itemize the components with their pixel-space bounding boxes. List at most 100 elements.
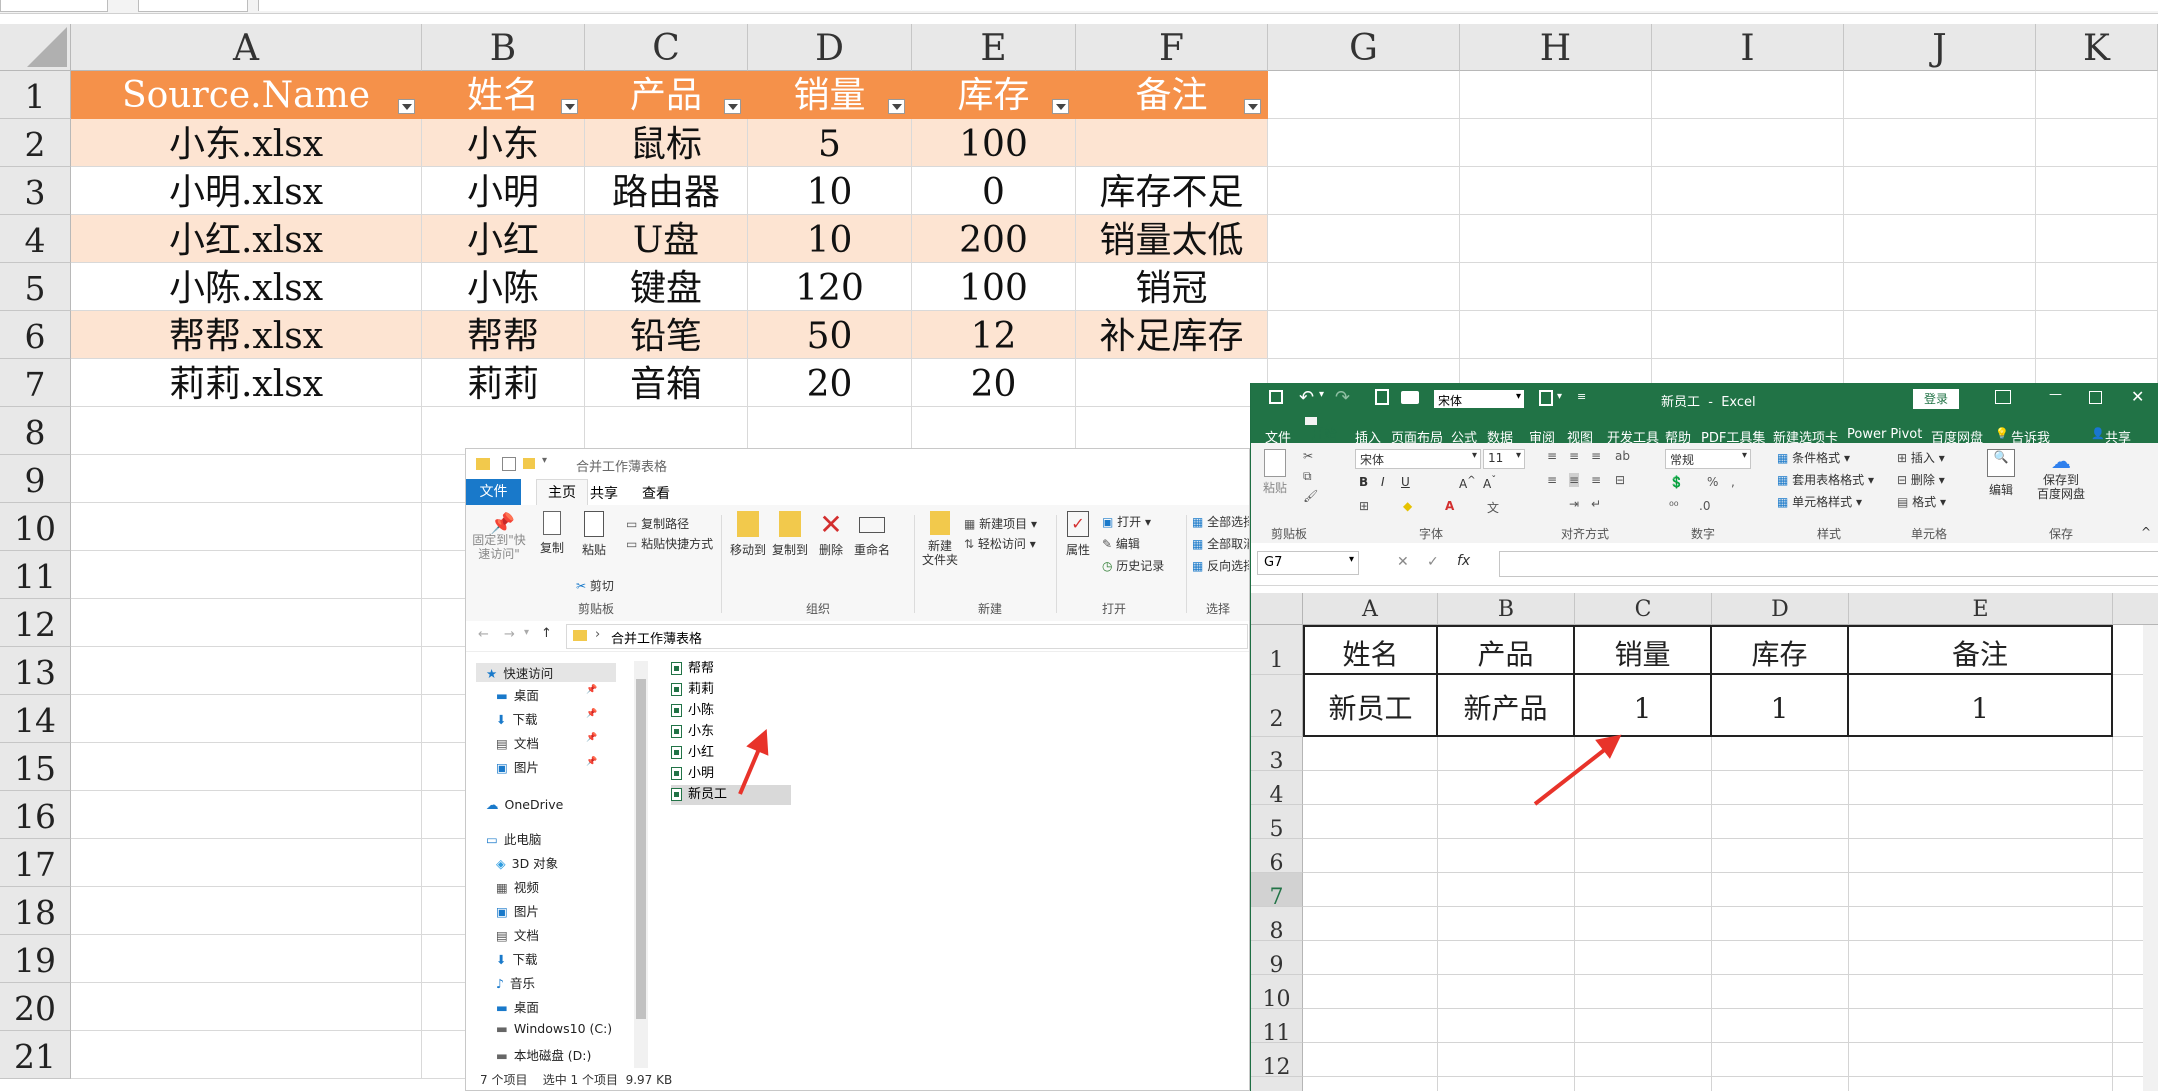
- nav-item[interactable]: ▤ 文档: [496, 925, 539, 944]
- row-header[interactable]: 4: [1251, 771, 1303, 808]
- delete-button[interactable]: ✕ 删除: [814, 511, 848, 558]
- file-item[interactable]: 小红: [671, 743, 714, 763]
- cell[interactable]: [1303, 1043, 1438, 1077]
- conditional-format-button[interactable]: ▦ 条件格式 ▾: [1777, 449, 1850, 466]
- row-header[interactable]: 1: [0, 71, 71, 119]
- table-cell[interactable]: 20: [748, 359, 912, 407]
- filter-dropdown-icon[interactable]: [888, 99, 905, 114]
- cell[interactable]: [1575, 941, 1712, 975]
- select-none-button[interactable]: ▦ 全部取消: [1192, 535, 1249, 552]
- table-cell[interactable]: 铅笔: [585, 311, 748, 359]
- copy-icon[interactable]: ⧉: [1303, 469, 1312, 484]
- column-header-e[interactable]: E: [1849, 593, 2113, 625]
- nav-item[interactable]: ⬇ 下载 📌: [496, 709, 597, 728]
- cell[interactable]: [1849, 771, 2113, 805]
- cell[interactable]: [71, 407, 422, 455]
- cell[interactable]: [1849, 1043, 2113, 1077]
- table-cell[interactable]: 1: [1849, 675, 2113, 737]
- select-all-corner[interactable]: [1251, 593, 1303, 625]
- column-header-b[interactable]: B: [1438, 593, 1575, 625]
- cell[interactable]: [1844, 311, 2036, 359]
- cell[interactable]: [1575, 873, 1712, 907]
- table-cell[interactable]: 鼠标: [585, 119, 748, 167]
- cell[interactable]: [1575, 771, 1712, 805]
- save-icon[interactable]: [1269, 390, 1283, 404]
- align-left-icon[interactable]: ≡: [1547, 473, 1557, 487]
- table-cell[interactable]: 5: [748, 119, 912, 167]
- chevron-down-icon[interactable]: ▾: [1742, 450, 1747, 461]
- align-top-icon[interactable]: ≡: [1547, 449, 1557, 463]
- chevron-down-icon[interactable]: ▾: [1472, 450, 1477, 461]
- row-header[interactable]: 7: [0, 359, 71, 407]
- cell[interactable]: [1844, 215, 2036, 263]
- column-header[interactable]: [2113, 593, 2158, 625]
- move-to-button[interactable]: 移动到: [728, 511, 768, 558]
- row-header[interactable]: 5: [1251, 805, 1303, 842]
- column-header-c[interactable]: C: [585, 24, 748, 71]
- fill-color-icon[interactable]: ◆: [1403, 499, 1412, 513]
- copy-button[interactable]: 复制: [534, 511, 570, 556]
- nav-item[interactable]: ☁ OneDrive: [486, 797, 563, 812]
- row-header[interactable]: 3: [0, 167, 71, 215]
- filter-dropdown-icon[interactable]: [1244, 99, 1261, 114]
- cell[interactable]: [1575, 1077, 1712, 1091]
- table-cell[interactable]: 帮帮: [422, 311, 585, 359]
- login-button[interactable]: 登录: [1913, 389, 1959, 409]
- table-cell[interactable]: 小东: [422, 119, 585, 167]
- cell[interactable]: [1460, 167, 1652, 215]
- cell[interactable]: [1849, 805, 2113, 839]
- table-cell[interactable]: 1: [1575, 675, 1712, 737]
- cell[interactable]: [1844, 263, 2036, 311]
- table-header-cell[interactable]: 姓名: [422, 71, 585, 119]
- row-header[interactable]: 18: [0, 887, 71, 935]
- camera-icon[interactable]: [1401, 391, 1419, 404]
- table-cell[interactable]: 小东.xlsx: [71, 119, 422, 167]
- copy-to-button[interactable]: 复制到: [770, 511, 810, 558]
- orientation-icon[interactable]: ab: [1615, 449, 1630, 463]
- align-center-icon[interactable]: ≡: [1569, 473, 1580, 487]
- cell[interactable]: [1844, 167, 2036, 215]
- table-cell[interactable]: 莉莉: [422, 359, 585, 407]
- column-header-a[interactable]: A: [71, 24, 422, 71]
- cell[interactable]: [71, 983, 422, 1031]
- paste-button[interactable]: 粘贴: [576, 511, 612, 558]
- cell[interactable]: [1652, 119, 1844, 167]
- nav-item[interactable]: ⬇ 下载: [496, 949, 538, 968]
- cell[interactable]: [1575, 907, 1712, 941]
- cell[interactable]: [1303, 737, 1438, 771]
- cell[interactable]: [71, 1031, 422, 1079]
- nav-item[interactable]: ▣ 图片: [496, 901, 539, 920]
- cell[interactable]: [1652, 263, 1844, 311]
- forward-icon[interactable]: →: [504, 627, 515, 642]
- cell[interactable]: [1844, 119, 2036, 167]
- table-cell[interactable]: 100: [912, 263, 1076, 311]
- pin-icon[interactable]: 📌: [586, 685, 597, 695]
- cell[interactable]: [1712, 1043, 1849, 1077]
- recent-dropdown-icon[interactable]: ▾: [524, 627, 529, 638]
- tab-file[interactable]: 文件: [466, 479, 521, 505]
- column-header-a[interactable]: A: [1303, 593, 1438, 625]
- table-cell[interactable]: 音箱: [585, 359, 748, 407]
- cell[interactable]: [1303, 839, 1438, 873]
- cell[interactable]: [71, 551, 422, 599]
- cell[interactable]: [1652, 71, 1844, 119]
- maximize-icon[interactable]: [2089, 391, 2102, 404]
- name-box[interactable]: [0, 0, 108, 12]
- cell[interactable]: [1712, 737, 1849, 771]
- indent-icon[interactable]: ⇥: [1569, 497, 1579, 511]
- table-cell[interactable]: 小明.xlsx: [71, 167, 422, 215]
- font-name-select[interactable]: 宋体 ▾: [1355, 449, 1481, 469]
- row-header[interactable]: 3: [1251, 737, 1303, 774]
- table-cell[interactable]: 小陈: [422, 263, 585, 311]
- chevron-down-icon[interactable]: ▾: [1349, 554, 1354, 565]
- table-cell[interactable]: 10: [748, 167, 912, 215]
- cell[interactable]: [2036, 215, 2158, 263]
- comma-icon[interactable]: ,: [1731, 475, 1735, 489]
- table-cell[interactable]: 50: [748, 311, 912, 359]
- row-header[interactable]: 17: [0, 839, 71, 887]
- grow-font-icon[interactable]: A^: [1459, 475, 1476, 491]
- cell[interactable]: [1438, 873, 1575, 907]
- nav-item[interactable]: ▭ 此电脑: [486, 829, 541, 848]
- cut-icon[interactable]: ✂: [1303, 449, 1313, 463]
- table-header-cell[interactable]: 库存: [912, 71, 1076, 119]
